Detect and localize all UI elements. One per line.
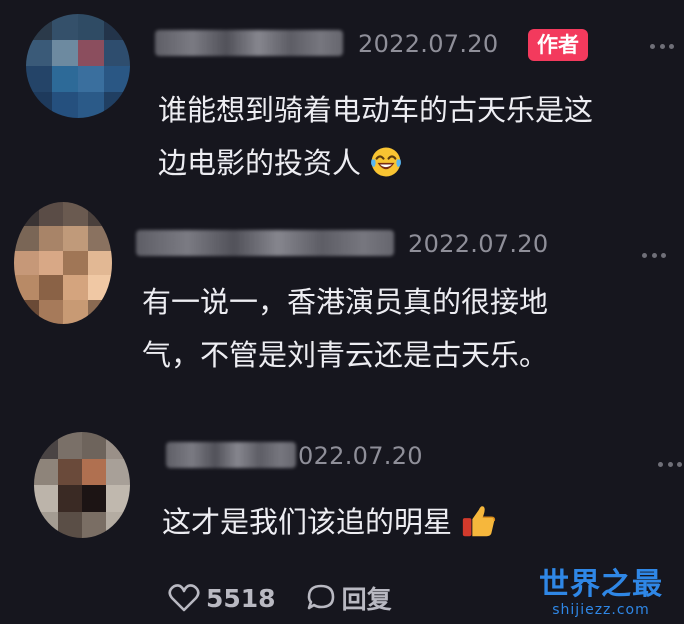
comment-text: 这才是我们该追的明星: [162, 496, 498, 549]
comment-text: 谁能想到骑着电动车的古天乐是这 边电影的投资人: [158, 84, 593, 190]
heart-icon[interactable]: [168, 583, 200, 613]
comment-actions: 5518 回复: [168, 578, 392, 618]
speech-bubble-icon: [307, 584, 334, 610]
comment-text-line: 有一说一，香港演员真的很接地: [142, 285, 549, 319]
avatar[interactable]: [14, 202, 112, 324]
more-options-icon[interactable]: [642, 253, 666, 259]
avatar[interactable]: [34, 432, 130, 538]
comment-text-line: 气，不管是刘青云还是古天乐。: [142, 338, 549, 372]
avatar[interactable]: [26, 14, 130, 118]
watermark-url: shijiezz.com: [552, 602, 650, 618]
comment-text-line: 边电影的投资人: [158, 137, 593, 190]
reply-label: 回复: [341, 585, 392, 614]
comment-text-line: 这才是我们该追的明星: [162, 496, 498, 549]
username-blurred[interactable]: [166, 442, 296, 468]
more-options-icon[interactable]: [650, 44, 674, 50]
comment-text: 有一说一，香港演员真的很接地 气，不管是刘青云还是古天乐。: [142, 276, 548, 382]
like-count: 5518: [206, 583, 276, 613]
thumbs-up-emoji: [462, 506, 496, 537]
reply-button[interactable]: 回复: [306, 580, 392, 616]
comment-1: 2022.07.20 作者 谁能想到骑着电动车的古天乐是这 边电影的投资人: [0, 0, 684, 200]
comment-timestamp: 2022.07.20: [358, 30, 499, 58]
comment-3: 022.07.20 这才是我们该追的明星: [0, 420, 684, 570]
laughing-tears-emoji: [371, 147, 401, 177]
comment-timestamp: 022.07.20: [298, 442, 423, 470]
more-options-icon[interactable]: [658, 462, 682, 468]
comment-text-line: 谁能想到骑着电动车的古天乐是这: [158, 93, 594, 127]
watermark-title: 世界之最: [539, 567, 663, 602]
username-blurred[interactable]: [155, 30, 343, 56]
watermark: 世界之最 shijiezz.com: [526, 567, 676, 619]
username-blurred[interactable]: [136, 230, 394, 256]
author-badge: 作者: [528, 29, 588, 61]
comment-2: 2022.07.20 有一说一，香港演员真的很接地 气，不管是刘青云还是古天乐。: [0, 200, 684, 420]
comment-timestamp: 2022.07.20: [408, 230, 549, 258]
